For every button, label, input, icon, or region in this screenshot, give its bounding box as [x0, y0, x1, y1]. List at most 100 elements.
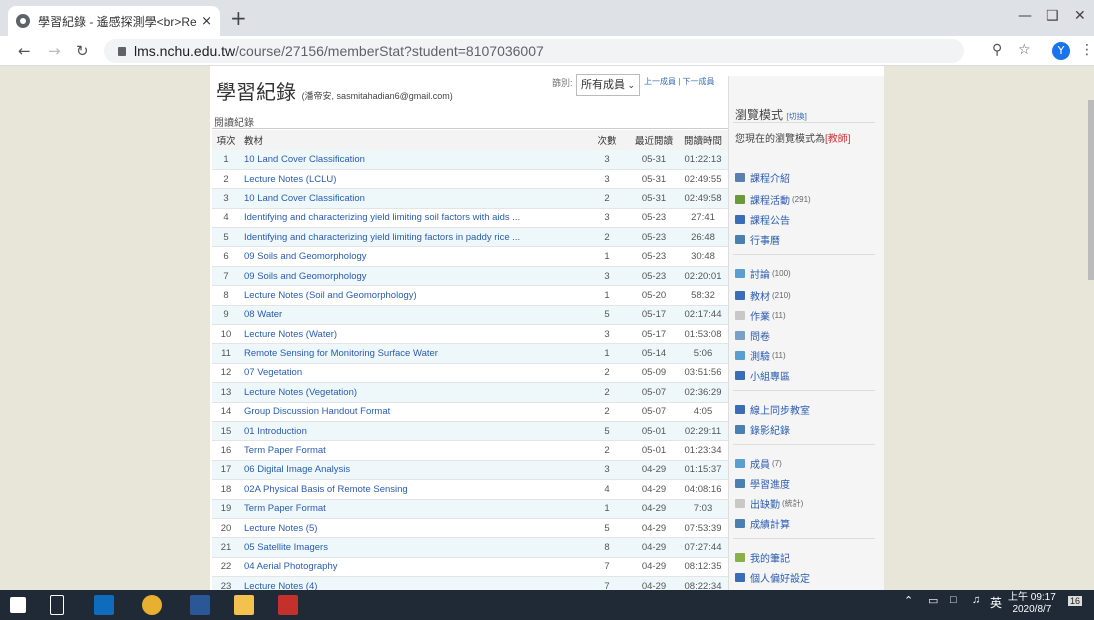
- sidebar-item-11[interactable]: 錄影紀錄: [735, 422, 790, 437]
- row-material-link[interactable]: 04 Aerial Photography: [240, 557, 584, 578]
- attendance-icon: [735, 499, 745, 508]
- minimize-icon[interactable]: —: [1018, 8, 1032, 24]
- chrome-icon[interactable]: [142, 595, 162, 615]
- zoom-icon[interactable]: ⚲: [992, 42, 1002, 58]
- browser-tab[interactable]: 學習紀錄 - 遙感探測學<br>Rem ×: [8, 6, 220, 36]
- page-scrollbar[interactable]: [1088, 66, 1094, 590]
- row-last-read: 05-07: [630, 402, 678, 422]
- back-icon[interactable]: ←: [18, 42, 31, 60]
- switch-mode-link[interactable]: [切換]: [786, 112, 806, 121]
- sidebar-item-17[interactable]: 個人偏好設定: [735, 570, 810, 585]
- row-last-read: 05-09: [630, 363, 678, 384]
- row-material-link[interactable]: Lecture Notes (4): [240, 576, 584, 590]
- sidebar-item-5[interactable]: 教材 (210): [735, 288, 791, 303]
- ime-indicator[interactable]: 英: [990, 594, 1002, 611]
- file-explorer-icon[interactable]: [234, 595, 254, 615]
- row-index: 4: [212, 208, 240, 229]
- col-header-last-read[interactable]: 最近閱讀: [630, 130, 678, 150]
- sidebar-item-8[interactable]: 測驗 (11): [735, 348, 786, 363]
- restore-icon[interactable]: ❑: [1046, 8, 1059, 24]
- table-row: 13 Lecture Notes (Vegetation) 2 05-07 02:36:…: [212, 382, 728, 403]
- row-material-link[interactable]: Term Paper Format: [240, 499, 584, 519]
- survey-icon: [735, 331, 745, 340]
- row-material-link[interactable]: 08 Water: [240, 305, 584, 326]
- row-material-link[interactable]: 01 Introduction: [240, 421, 584, 442]
- member-pager-links[interactable]: 上一成員 | 下一成員: [644, 76, 715, 87]
- grades-icon: [735, 519, 745, 528]
- sidebar-item-3[interactable]: 行事曆: [735, 232, 780, 247]
- col-header-index[interactable]: 項次: [212, 130, 240, 150]
- row-material-link[interactable]: 07 Vegetation: [240, 363, 584, 384]
- member-filter-select[interactable]: 所有成員 ⌄: [576, 74, 640, 96]
- row-material-link[interactable]: 02A Physical Basis of Remote Sensing: [240, 479, 584, 500]
- tab-close-icon[interactable]: ×: [201, 14, 212, 29]
- sidebar-item-label: 線上同步教室: [750, 406, 810, 417]
- task-view-icon[interactable]: [50, 595, 64, 615]
- network-icon[interactable]: □: [950, 594, 957, 606]
- row-read-time: 08:22:34: [678, 576, 728, 590]
- row-material-link[interactable]: 05 Satellite Imagers: [240, 537, 584, 558]
- close-window-icon[interactable]: ✕: [1074, 8, 1086, 24]
- row-material-link[interactable]: 09 Soils and Geomorphology: [240, 246, 584, 267]
- profile-avatar[interactable]: Y: [1052, 42, 1070, 60]
- windows-start-icon[interactable]: [10, 597, 26, 613]
- row-material-link[interactable]: Lecture Notes (Water): [240, 324, 584, 345]
- recording-icon: [735, 425, 745, 434]
- battery-icon[interactable]: ▭: [928, 594, 938, 607]
- menu-dots-icon[interactable]: ⋮: [1080, 42, 1094, 58]
- sidebar-item-label: 出缺勤: [750, 500, 780, 511]
- sidebar-item-12[interactable]: 成員 (7): [735, 456, 782, 471]
- row-last-read: 05-17: [630, 305, 678, 326]
- row-material-link[interactable]: Identifying and characterizing yield lim…: [240, 227, 584, 248]
- row-count: 1: [584, 499, 630, 519]
- row-material-link[interactable]: Term Paper Format: [240, 440, 584, 461]
- row-count: 2: [584, 188, 630, 209]
- reload-icon[interactable]: ↻: [76, 42, 89, 60]
- forward-icon[interactable]: →: [48, 42, 61, 60]
- sidebar-item-14[interactable]: 出缺勤 (統計): [735, 496, 803, 511]
- system-clock[interactable]: 上午 09:17 2020/8/7: [1008, 592, 1056, 616]
- row-material-link[interactable]: Identifying and characterizing yield lim…: [240, 208, 584, 229]
- tray-chevron-icon[interactable]: ⌃: [904, 594, 913, 607]
- word-icon[interactable]: [190, 595, 210, 615]
- outlook-icon[interactable]: [94, 595, 114, 615]
- sidebar-item-count: (統計): [782, 499, 804, 508]
- row-material-link[interactable]: Lecture Notes (5): [240, 518, 584, 539]
- sidebar-item-16[interactable]: 我的筆記: [735, 550, 790, 565]
- table-row: 7 09 Soils and Geomorphology 3 05-23 02:20:0…: [212, 266, 728, 287]
- acrobat-icon[interactable]: [278, 595, 298, 615]
- sidebar-item-10[interactable]: 線上同步教室: [735, 402, 810, 417]
- row-index: 17: [212, 460, 240, 481]
- new-tab-button[interactable]: +: [230, 8, 247, 28]
- sidebar-item-6[interactable]: 作業 (11): [735, 308, 786, 323]
- sidebar-item-label: 課程介紹: [750, 174, 790, 185]
- col-header-count[interactable]: 次數: [584, 130, 630, 150]
- row-material-link[interactable]: 10 Land Cover Classification: [240, 188, 584, 209]
- sidebar-item-13[interactable]: 學習進度: [735, 476, 790, 491]
- row-material-link[interactable]: Group Discussion Handout Format: [240, 402, 584, 422]
- sidebar-item-15[interactable]: 成績計算: [735, 516, 790, 531]
- scrollbar-thumb[interactable]: [1088, 100, 1094, 280]
- sidebar-item-4[interactable]: 討論 (100): [735, 266, 791, 281]
- row-material-link[interactable]: Lecture Notes (LCLU): [240, 169, 584, 190]
- sidebar-item-9[interactable]: 小組專區: [735, 368, 790, 383]
- notification-center-icon[interactable]: 16: [1068, 596, 1083, 606]
- url-field[interactable]: lms.nchu.edu.tw/course/27156/memberStat?…: [104, 39, 964, 63]
- sidebar-item-0[interactable]: 課程介紹: [735, 170, 790, 185]
- sidebar-item-1[interactable]: 課程活動 (291): [735, 192, 811, 207]
- sidebar-item-2[interactable]: 課程公告: [735, 212, 790, 227]
- sidebar-item-7[interactable]: 問卷: [735, 328, 770, 343]
- row-material-link[interactable]: 09 Soils and Geomorphology: [240, 266, 584, 287]
- row-material-link[interactable]: 06 Digital Image Analysis: [240, 460, 584, 481]
- row-material-link[interactable]: Remote Sensing for Monitoring Surface Wa…: [240, 343, 584, 364]
- row-material-link[interactable]: Lecture Notes (Soil and Geomorphology): [240, 285, 584, 306]
- row-read-time: 07:27:44: [678, 537, 728, 558]
- bookmark-star-icon[interactable]: ☆: [1018, 42, 1031, 58]
- row-material-link[interactable]: Lecture Notes (Vegetation): [240, 382, 584, 403]
- col-header-read-time[interactable]: 閱讀時間: [678, 130, 728, 150]
- row-read-time: 07:53:39: [678, 518, 728, 539]
- row-material-link[interactable]: 10 Land Cover Classification: [240, 150, 584, 170]
- volume-icon[interactable]: ♫: [972, 594, 980, 606]
- table-row: 18 02A Physical Basis of Remote Sensing 4 0…: [212, 479, 728, 500]
- col-header-material[interactable]: 教材: [240, 130, 584, 150]
